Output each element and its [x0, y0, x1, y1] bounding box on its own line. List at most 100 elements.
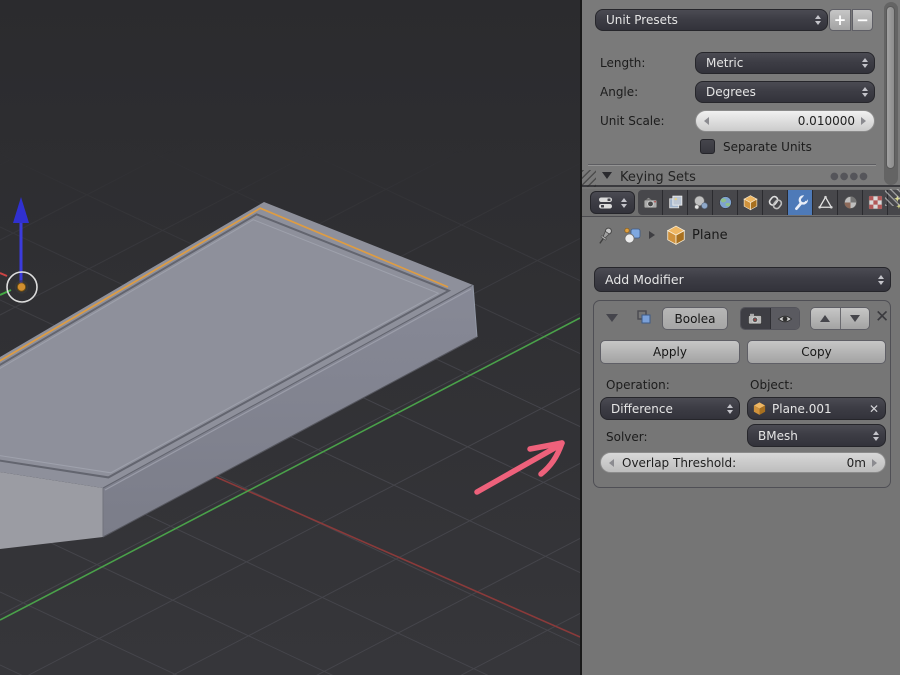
modifier-name: Boolea: [675, 312, 716, 326]
object-label: Object:: [750, 374, 793, 396]
apply-button[interactable]: Apply: [600, 340, 740, 364]
unit-scale-value: 0.010000: [709, 114, 855, 128]
world-icon: [717, 194, 734, 211]
chevron-updown-icon: [878, 275, 884, 285]
chevron-updown-icon: [862, 58, 868, 68]
eye-icon: [777, 313, 793, 325]
camera-icon: [747, 312, 763, 326]
scrollbar-thumb[interactable]: [886, 6, 895, 169]
duplicate-icon[interactable]: [636, 309, 652, 325]
chevron-updown-icon: [727, 404, 733, 414]
camera-icon: [642, 194, 659, 211]
tab-constraints[interactable]: [763, 190, 788, 215]
separate-units-checkbox[interactable]: [700, 139, 715, 154]
properties-editor-header: [582, 189, 900, 217]
add-modifier-label: Add Modifier: [605, 272, 874, 287]
display-toggle-button[interactable]: [771, 308, 800, 329]
tab-object[interactable]: [738, 190, 763, 215]
object-value: Plane.001: [772, 402, 869, 416]
breadcrumb-object-name[interactable]: Plane: [692, 228, 728, 243]
render-toggle-button[interactable]: [741, 308, 771, 329]
tab-material[interactable]: [838, 190, 863, 215]
modifier-name-field[interactable]: Boolea: [662, 307, 728, 330]
editor-type-selector[interactable]: [590, 191, 635, 214]
texture-checker-icon: [867, 194, 884, 211]
chevron-updown-icon: [621, 198, 627, 208]
overlap-threshold-value: 0m: [736, 456, 866, 470]
object-cube-icon: [752, 401, 767, 416]
triangle-down-icon: [602, 172, 612, 179]
mesh-data-icon: [817, 194, 834, 211]
clear-object-icon[interactable]: ✕: [869, 402, 879, 416]
operation-label: Operation:: [606, 374, 670, 396]
move-modifier-down-button[interactable]: [841, 308, 869, 329]
angle-label: Angle:: [600, 81, 638, 103]
chevron-updown-icon: [815, 15, 821, 25]
remove-preset-button[interactable]: −: [852, 9, 873, 31]
triangle-down-icon: [850, 315, 860, 322]
operation-dropdown[interactable]: Difference: [600, 397, 740, 420]
triangle-up-icon: [820, 315, 830, 322]
blender-window: Unit Presets + − Length: Metric Angle: D…: [0, 0, 900, 675]
overlap-threshold-slider[interactable]: Overlap Threshold: 0m: [600, 452, 886, 473]
keying-sets-label: Keying Sets: [620, 170, 696, 185]
tab-render-layers[interactable]: [663, 190, 688, 215]
move-modifier-group: [810, 307, 870, 330]
delete-modifier-icon[interactable]: ✕: [875, 310, 889, 325]
panel-separator: [588, 164, 876, 166]
unit-presets-dropdown[interactable]: Unit Presets: [595, 9, 828, 31]
angle-value: Degrees: [706, 85, 858, 99]
separate-units-label: Separate Units: [723, 136, 812, 158]
chevron-updown-icon: [862, 87, 868, 97]
region-corner[interactable]: [885, 189, 900, 206]
slider-right-icon[interactable]: [872, 459, 877, 467]
length-dropdown[interactable]: Metric: [695, 52, 875, 74]
tab-object-data[interactable]: [813, 190, 838, 215]
3d-viewport[interactable]: [0, 0, 580, 675]
chevron-updown-icon: [873, 431, 879, 441]
minus-icon: −: [856, 13, 869, 28]
object-cube-icon[interactable]: [665, 224, 687, 246]
tab-world[interactable]: [713, 190, 738, 215]
unit-scale-label: Unit Scale:: [600, 110, 665, 132]
region-corner[interactable]: [582, 170, 596, 187]
tab-render[interactable]: [638, 190, 663, 215]
scrollbar[interactable]: [884, 2, 898, 185]
plus-icon: +: [834, 13, 847, 28]
boolean-modifier-panel: Boolea: [593, 300, 891, 488]
material-icon: [842, 194, 859, 211]
unit-scale-slider[interactable]: 0.010000: [695, 110, 875, 132]
slider-right-icon[interactable]: [861, 117, 866, 125]
render-display-toggle-group: [740, 307, 800, 330]
chain-link-icon: [767, 194, 784, 211]
object-field[interactable]: Plane.001 ✕: [747, 397, 886, 420]
move-modifier-up-button[interactable]: [811, 308, 841, 329]
slider-left-icon[interactable]: [609, 459, 614, 467]
tab-scene[interactable]: [688, 190, 713, 215]
render-layers-icon: [667, 194, 684, 211]
panel-drag-dots: ●●●●: [830, 171, 869, 182]
tab-modifiers[interactable]: [788, 190, 813, 215]
wrench-icon: [792, 194, 809, 211]
solver-label: Solver:: [606, 426, 648, 448]
apply-label: Apply: [653, 345, 687, 359]
solver-value: BMesh: [758, 429, 869, 443]
solver-dropdown[interactable]: BMesh: [747, 424, 886, 447]
copy-label: Copy: [801, 345, 831, 359]
copy-button[interactable]: Copy: [747, 340, 886, 364]
add-modifier-dropdown[interactable]: Add Modifier: [594, 267, 891, 292]
angle-dropdown[interactable]: Degrees: [695, 81, 875, 103]
keying-sets-header[interactable]: Keying Sets ●●●●: [582, 169, 882, 187]
object-origin-dot: [17, 283, 25, 291]
properties-panel: Unit Presets + − Length: Metric Angle: D…: [580, 0, 900, 675]
scene-units-panel: Unit Presets + − Length: Metric Angle: D…: [582, 0, 900, 187]
length-label: Length:: [600, 52, 645, 74]
viewport-canvas: [0, 0, 580, 675]
object-data-icon[interactable]: [621, 225, 643, 247]
properties-editor-icon: [595, 195, 617, 211]
object-cube-icon: [742, 194, 759, 211]
add-preset-button[interactable]: +: [829, 9, 851, 31]
expand-modifier-icon[interactable]: [606, 314, 618, 322]
pin-icon[interactable]: [594, 225, 616, 247]
scene-icon: [692, 194, 709, 211]
